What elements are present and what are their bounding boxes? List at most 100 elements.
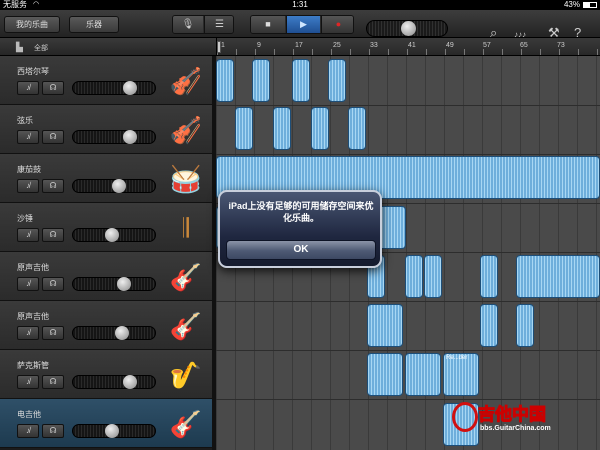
headphones-icon[interactable]: ☊ [42,424,64,438]
timeline-ruler[interactable]: 1 9 17 25 33 41 49 57 65 73 [216,38,600,56]
all-label: 全部 [34,45,48,52]
track-volume-knob[interactable] [105,228,119,242]
track-volume-knob[interactable] [123,81,137,95]
track-header[interactable]: 原声吉他 ♪̸ ☊ 🎸 [0,301,216,350]
track-volume-knob[interactable] [123,375,137,389]
audio-region[interactable]: Re...der [443,353,479,396]
mute-icon[interactable]: ♪̸ [17,228,39,242]
volume-knob[interactable] [401,21,416,36]
ruler-tick [445,49,446,55]
watermark-url: bbs.GuitarChina.com [480,425,551,432]
audio-region[interactable] [311,107,329,150]
ok-button[interactable]: OK [226,240,376,260]
track-header[interactable]: 西塔尔琴 ♪̸ ☊ 🎻 [0,56,216,105]
bar-number: 9 [257,42,261,49]
audio-region[interactable] [273,107,291,150]
mute-icon[interactable]: ♪̸ [17,130,39,144]
audio-region[interactable] [328,59,346,102]
my-songs-button[interactable]: 我的乐曲 [4,16,60,33]
audio-region[interactable] [292,59,310,102]
track-volume-knob[interactable] [117,277,131,291]
track-volume-slider[interactable] [72,81,156,95]
bar-number: 41 [408,42,416,49]
track-header[interactable]: 弦乐 ♪̸ ☊ 🎻 [0,105,216,154]
headphones-icon[interactable]: ☊ [42,326,64,340]
track-volume-knob[interactable] [115,326,129,340]
playhead[interactable] [217,41,221,53]
status-bar: 无服务 ◠ 1:31 43% [0,0,600,10]
audio-region[interactable] [480,304,498,347]
mute-icon[interactable]: ♪̸ [17,81,39,95]
audio-region[interactable] [367,304,403,347]
ruler-tick [388,49,389,55]
bar-number: 49 [446,42,454,49]
audio-region[interactable] [367,353,403,396]
audio-region[interactable] [216,59,234,102]
track-header[interactable]: 原声吉他 ♪̸ ☊ 🎸 [0,252,216,301]
track-volume-knob[interactable] [112,179,126,193]
track-list: 西塔尔琴 ♪̸ ☊ 🎻 弦乐 ♪̸ ☊ 🎻 康茄鼓 ♪̸ ☊ 🥁 沙锤 ♪̸ ☊ 𝄂 原声吉他 ♪̸ ☊ 🎸 原声吉他 ♪… [0,56,216,450]
headphones-icon[interactable]: ☊ [42,277,64,291]
ruler-tick [369,49,370,55]
audio-region[interactable] [516,255,600,298]
play-icon[interactable]: ▶ [286,16,320,33]
grid-line [558,56,559,450]
headphones-icon[interactable]: ☊ [42,130,64,144]
battery-icon [583,2,597,8]
mute-icon[interactable]: ♪̸ [17,326,39,340]
grid-line [216,56,217,450]
microphone-icon[interactable]: 🎙 [173,16,203,33]
bar-number: 1 [221,42,225,49]
track-volume-slider[interactable] [72,130,156,144]
add-track-icon[interactable]: ▙ [16,42,23,53]
audio-region[interactable] [480,255,498,298]
master-volume-slider[interactable] [366,20,448,37]
ruler-tick [578,49,579,55]
track-header[interactable]: 电吉他 ♪̸ ☊ 🎸 [0,399,216,448]
audio-region[interactable] [348,107,366,150]
headphones-icon[interactable]: ☊ [42,179,64,193]
mute-icon[interactable]: ♪̸ [17,277,39,291]
track-header[interactable]: 康茄鼓 ♪̸ ☊ 🥁 [0,154,216,203]
record-icon[interactable]: ● [321,16,353,33]
headphones-icon[interactable]: ☊ [42,228,64,242]
track-volume-knob[interactable] [105,424,119,438]
acoustic-guitar-icon: 🎸 [169,262,203,292]
audio-region[interactable] [252,59,270,102]
track-volume-slider[interactable] [72,375,156,389]
audio-region[interactable] [405,353,441,396]
mute-icon[interactable]: ♪̸ [17,179,39,193]
track-name: 弦乐 [17,116,33,125]
audio-region[interactable] [235,107,253,150]
track-name: 原声吉他 [17,263,49,272]
tracks-view-icon[interactable]: ☰ [204,16,233,33]
bar-number: 33 [370,42,378,49]
audio-region[interactable] [516,304,534,347]
stop-icon[interactable]: ■ [251,16,285,33]
view-toggle: 🎙 ☰ [172,15,234,34]
ruler-tick [597,49,598,55]
region-label: Re...der [446,355,468,361]
track-volume-slider[interactable] [72,228,156,242]
tracks-header: ▙ 全部 [0,38,216,56]
headphones-icon[interactable]: ☊ [42,375,64,389]
track-volume-slider[interactable] [72,424,156,438]
track-volume-slider[interactable] [72,179,156,193]
track-divider [216,154,600,155]
track-header[interactable]: 萨克斯管 ♪̸ ☊ 🎷 [0,350,216,399]
track-volume-knob[interactable] [123,130,137,144]
track-volume-slider[interactable] [72,326,156,340]
ruler-tick [483,49,484,55]
toolbar: 我的乐曲 乐器 🎙 ☰ ■ ▶ ● ⌕ ♪♪♪ ⚒ ? [0,10,600,40]
mute-icon[interactable]: ♪̸ [17,375,39,389]
grid-line [520,56,521,450]
headphones-icon[interactable]: ☊ [42,81,64,95]
audio-region[interactable] [424,255,442,298]
ruler-tick [274,49,275,55]
audio-region[interactable] [405,255,423,298]
ruler-tick [540,49,541,55]
track-header[interactable]: 沙锤 ♪̸ ☊ 𝄂 [0,203,216,252]
instruments-button[interactable]: 乐器 [69,16,119,33]
mute-icon[interactable]: ♪̸ [17,424,39,438]
track-volume-slider[interactable] [72,277,156,291]
